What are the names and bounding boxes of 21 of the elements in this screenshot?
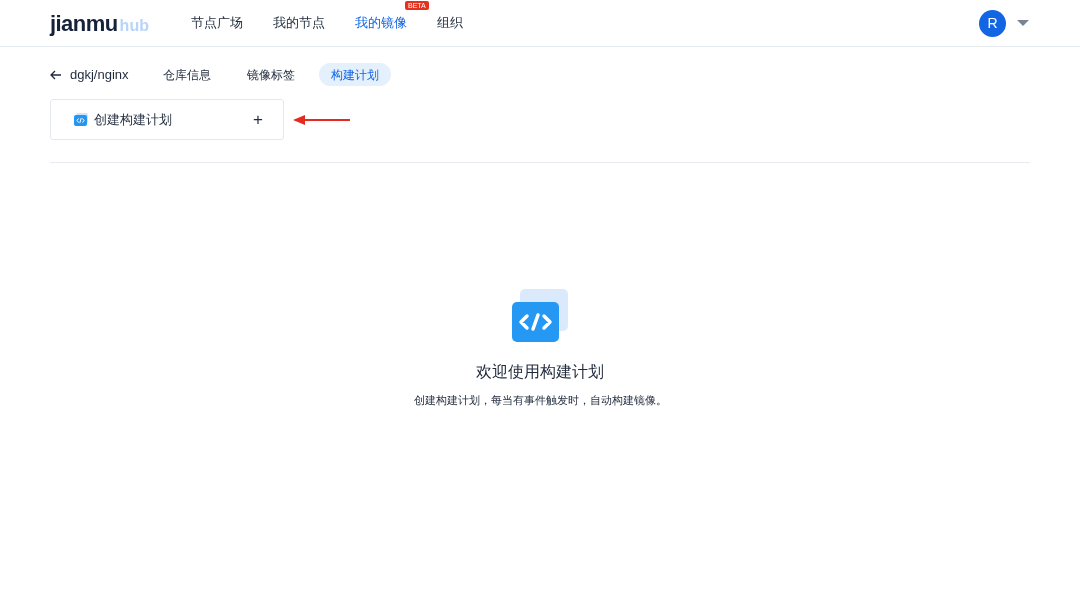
pointer-arrow — [293, 114, 351, 125]
nav-link[interactable]: 组织 — [437, 13, 463, 33]
code-icon — [512, 289, 568, 342]
logo-subtitle: hub — [119, 15, 149, 36]
back-link[interactable]: dgkj/nginx — [50, 64, 129, 85]
logo[interactable]: jianmu — [50, 6, 118, 40]
nav-link[interactable]: 节点广场 — [191, 13, 243, 33]
create-label: 创建构建计划 — [94, 110, 172, 129]
code-icon — [74, 113, 88, 126]
nav-link[interactable]: 我的节点 — [273, 13, 325, 33]
user-avatar[interactable]: R — [979, 9, 1006, 37]
caret-icon[interactable] — [1016, 19, 1030, 27]
tab[interactable]: 构建计划 — [318, 63, 391, 86]
add-button[interactable]: + — [253, 111, 263, 128]
empty-title: 欢迎使用构建计划 — [476, 362, 604, 382]
empty-description: 创建构建计划，每当有事件触发时，自动构建镜像。 — [413, 393, 667, 408]
tab[interactable]: 仓库信息 — [150, 63, 223, 86]
create-card[interactable]: 创建构建计划 + — [50, 99, 284, 140]
tab[interactable]: 镜像标签 — [234, 63, 307, 86]
back-arrow-icon — [50, 69, 62, 80]
nav-link[interactable]: 我的镜像 — [355, 13, 407, 33]
